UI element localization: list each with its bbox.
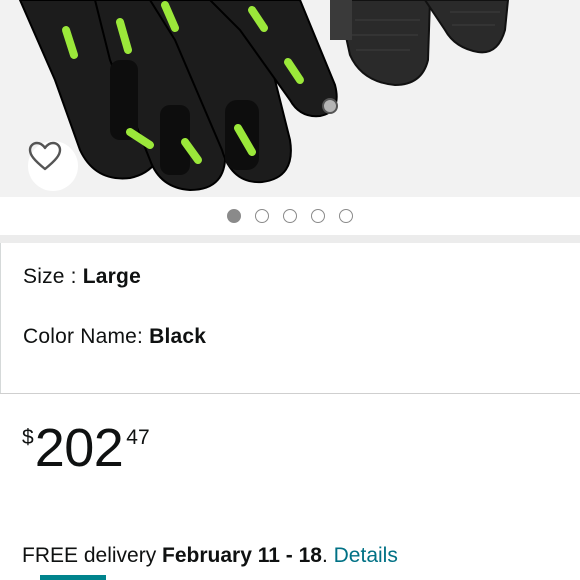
carousel-dot[interactable]	[227, 209, 241, 223]
glove-product-image	[18, 0, 510, 192]
price-fraction: 47	[126, 426, 150, 449]
size-value: Large	[82, 265, 141, 288]
heart-icon	[28, 141, 62, 171]
color-selector[interactable]: Color Name: Black	[23, 325, 206, 349]
divider	[0, 393, 580, 394]
delivery-details-link[interactable]: Details	[334, 544, 398, 567]
delivery-message: FREE delivery February 11 - 18. Details	[22, 544, 398, 568]
price-display: $ 202 47	[22, 420, 150, 480]
delivery-prefix: FREE delivery	[22, 544, 163, 567]
size-selector[interactable]: Size : Large	[23, 265, 141, 289]
product-image-carousel[interactable]	[0, 0, 580, 197]
size-label: Size :	[23, 265, 83, 288]
color-value: Black	[149, 325, 207, 348]
section-divider	[0, 235, 580, 243]
delivery-suffix: .	[321, 544, 334, 567]
bottom-accent-bar	[40, 575, 106, 580]
carousel-dot[interactable]	[311, 209, 325, 223]
price-whole: 202	[34, 418, 124, 478]
color-label: Color Name:	[23, 325, 150, 348]
carousel-dot[interactable]	[339, 209, 353, 223]
carousel-pagination	[0, 197, 580, 235]
wishlist-button[interactable]	[28, 141, 78, 191]
carousel-dot[interactable]	[255, 209, 269, 223]
price-currency-symbol: $	[22, 426, 34, 449]
delivery-date: February 11 - 18	[162, 544, 322, 567]
carousel-dot[interactable]	[283, 209, 297, 223]
variation-section: Size : Large Color Name: Black	[0, 243, 580, 393]
